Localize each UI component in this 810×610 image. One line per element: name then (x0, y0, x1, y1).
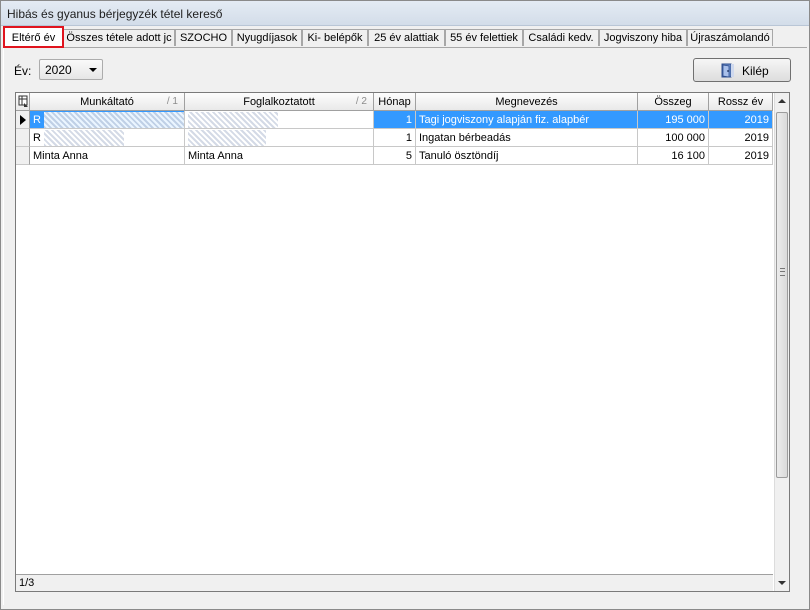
row-indicator (16, 129, 30, 147)
row-indicator (16, 147, 30, 165)
cell-employee[interactable]: Minta Anna (185, 147, 374, 165)
cell-name[interactable]: Tagi jogviszony alapján fiz. alapbér (416, 111, 638, 129)
tab-strip: Eltérő év Összes tétele adott jc SZOCHO … (3, 26, 807, 48)
tab-nyugdijasok[interactable]: Nyugdíjasok (232, 29, 302, 46)
tab-osszes-tetele[interactable]: Összes tétele adott jc (63, 29, 175, 46)
cell-amount[interactable]: 195 000 (638, 111, 709, 129)
cell-name[interactable]: Tanuló ösztöndíj (416, 147, 638, 165)
arrow-up-icon (778, 99, 786, 103)
title-bar: Hibás és gyanus bérjegyzék tétel kereső (1, 1, 809, 26)
cell-amount[interactable]: 16 100 (638, 147, 709, 165)
cell-month[interactable]: 1 (374, 129, 416, 147)
column-header-foglalkoztatott[interactable]: Foglalkoztatott / 2 (185, 93, 374, 111)
year-dropdown[interactable]: 2020 (39, 59, 103, 80)
cell-amount[interactable]: 100 000 (638, 129, 709, 147)
column-header-megnevezes[interactable]: Megnevezés (416, 93, 638, 111)
chevron-down-icon (89, 68, 97, 72)
column-header-label: Hónap (378, 96, 411, 108)
tab-ujraszamolando[interactable]: Újraszámolandó (687, 29, 773, 46)
scroll-down-button[interactable] (775, 574, 789, 591)
column-chooser-icon (18, 95, 28, 107)
tab-55-ev-felettiek[interactable]: 55 év felettiek (445, 29, 523, 46)
cell-name[interactable]: Ingatan bérbeadás (416, 129, 638, 147)
record-counter: 1/3 (19, 577, 35, 589)
cell-month[interactable]: 1 (374, 111, 416, 129)
redaction-mask (188, 130, 266, 146)
scroll-up-button[interactable] (775, 93, 789, 110)
column-header-munkaltato[interactable]: Munkáltató / 1 (30, 93, 185, 111)
scrollbar-thumb[interactable] (776, 112, 788, 478)
main-window: Hibás és gyanus bérjegyzék tétel kereső … (0, 0, 810, 610)
year-value: 2020 (45, 63, 72, 77)
column-header-osszeg[interactable]: Összeg (638, 93, 709, 111)
column-header-label: Foglalkoztatott (243, 96, 315, 108)
tab-25-ev-alattiak[interactable]: 25 év alattiak (368, 29, 445, 46)
tab-csaladi-kedv[interactable]: Családi kedv. (523, 29, 599, 46)
table-row[interactable]: Minta Anna Minta Anna 5 Tanuló ösztöndíj… (16, 147, 773, 165)
column-header-rossz-ev[interactable]: Rossz év (709, 93, 773, 111)
cell-year[interactable]: 2019 (709, 111, 773, 129)
cell-year[interactable]: 2019 (709, 129, 773, 147)
grip-icon (780, 268, 785, 276)
column-header-label: Megnevezés (495, 96, 558, 108)
exit-button[interactable]: Kilép (693, 58, 791, 82)
redaction-mask (188, 112, 278, 128)
window-title: Hibás és gyanus bérjegyzék tétel kereső (7, 7, 223, 21)
sort-order-indicator: / 1 (166, 96, 178, 107)
tab-szocho[interactable]: SZOCHO (175, 29, 232, 46)
vertical-scrollbar[interactable] (774, 93, 789, 591)
row-indicator (16, 111, 30, 129)
tab-jogviszony-hiba[interactable]: Jogviszony hiba (599, 29, 687, 46)
column-header-label: Rossz év (717, 96, 764, 108)
column-header-label: Összeg (654, 96, 692, 108)
door-exit-icon (721, 63, 734, 78)
current-row-pointer-icon (20, 115, 26, 125)
grid-corner[interactable] (16, 93, 30, 111)
tab-ki-belepok[interactable]: Ki- belépők (302, 29, 368, 46)
table-row[interactable]: R 1 Tagi jogviszony alapján fiz. alapbér… (16, 111, 773, 129)
column-header-label: Munkáltató (80, 96, 134, 108)
cell-year[interactable]: 2019 (709, 147, 773, 165)
redaction-mask (44, 130, 124, 146)
redaction-mask (44, 112, 184, 128)
column-header-honap[interactable]: Hónap (374, 93, 416, 111)
results-grid: Munkáltató / 1 Foglalkoztatott / 2 Hónap… (15, 92, 790, 592)
cell-month[interactable]: 5 (374, 147, 416, 165)
table-row[interactable]: R 1 Ingatan bérbeadás 100 000 2019 (16, 129, 773, 147)
grid-footer: 1/3 (16, 574, 773, 591)
tab-elterő-ev[interactable]: Eltérő év (3, 26, 64, 48)
sort-order-indicator: / 2 (355, 96, 367, 107)
year-label: Év: (14, 64, 32, 78)
exit-button-label: Kilép (742, 64, 769, 78)
arrow-down-icon (778, 581, 786, 585)
cell-employer[interactable]: Minta Anna (30, 147, 185, 165)
